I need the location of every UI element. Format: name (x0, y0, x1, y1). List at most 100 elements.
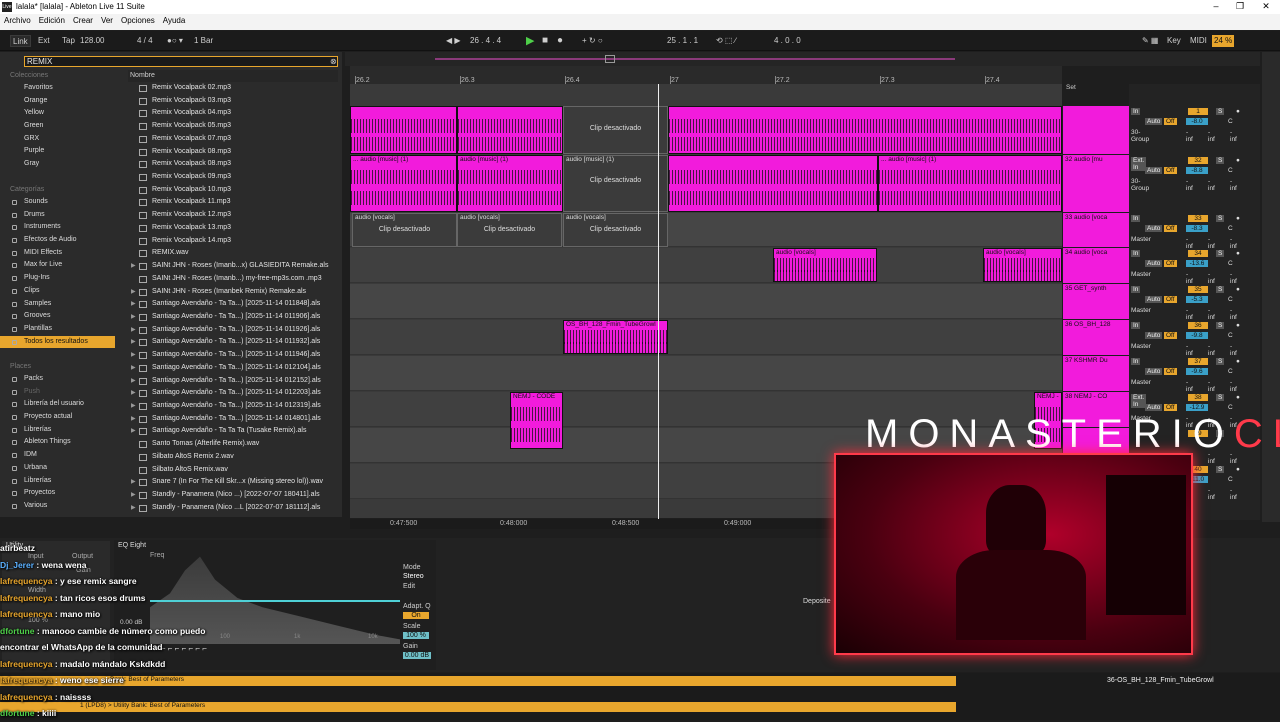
audio-clip[interactable] (668, 155, 878, 212)
monitor-auto-button[interactable]: Auto (1145, 167, 1163, 174)
send-value[interactable]: -inf (1186, 271, 1193, 285)
place-item[interactable]: Proyectos (0, 487, 115, 500)
midi-map-button[interactable]: MIDI (1188, 35, 1209, 47)
category-item[interactable]: Sounds (0, 196, 115, 209)
pan-value[interactable]: C (1228, 118, 1233, 125)
browser-file-item[interactable]: ▶ Santiago Avendaño - Ta Ta...) [2025-11-… (130, 324, 335, 337)
collection-item[interactable]: Orange (0, 95, 115, 108)
overdub-icon[interactable]: + ↻ ○ (580, 35, 605, 47)
expand-arrow-icon[interactable]: ▶ (131, 324, 136, 337)
browser-file-item[interactable]: Remix Vocalpack 07.mp3 (130, 133, 335, 146)
send-value[interactable]: -inf (1230, 487, 1237, 501)
send-value[interactable]: -inf (1230, 236, 1237, 250)
expand-arrow-icon[interactable]: ▶ (131, 311, 136, 324)
volume-value[interactable]: -12.9 (1186, 404, 1208, 411)
browser-file-item[interactable]: Remix Vocalpack 10.mp3 (130, 184, 335, 197)
monitor-auto-button[interactable]: Auto (1145, 260, 1163, 267)
category-item[interactable]: Drums (0, 209, 115, 222)
menu-opciones[interactable]: Opciones (117, 14, 159, 27)
key-map-button[interactable]: Key (1165, 35, 1183, 47)
send-value[interactable]: -inf (1208, 343, 1215, 357)
arm-icon[interactable]: ● (1236, 394, 1240, 401)
browser-file-item[interactable]: Remix Vocalpack 03.mp3 (130, 95, 335, 108)
input-type-select[interactable]: In (1131, 108, 1141, 115)
arm-icon[interactable]: ● (1236, 157, 1240, 164)
track-number[interactable]: 35 (1188, 286, 1208, 293)
browser-file-item[interactable]: ▶ SAINt JHN - Roses (Imanb...x) GLASIEDIT… (130, 260, 335, 273)
browser-file-item[interactable]: ▶ Santiago Avendaño - Ta Ta...) [2025-11-… (130, 298, 335, 311)
disabled-clip[interactable]: audio [vocals] Clip desactivado (352, 213, 457, 247)
maximize-button[interactable]: ❐ (1230, 1, 1250, 12)
pan-value[interactable]: C (1228, 332, 1233, 339)
track-number[interactable]: 33 (1188, 215, 1208, 222)
disabled-clip[interactable]: audio [music] (1) Clip desactivado (563, 155, 668, 212)
collection-item[interactable]: Gray (0, 158, 115, 171)
volume-value[interactable]: -8.8 (1186, 167, 1208, 174)
monitor-off-button[interactable]: Off (1164, 167, 1177, 174)
output-routing-select[interactable]: Master (1131, 271, 1151, 278)
category-item[interactable]: MIDI Effects (0, 247, 115, 260)
expand-arrow-icon[interactable]: ▶ (131, 298, 136, 311)
audio-clip[interactable]: ... audio [music] (1) (878, 155, 1062, 212)
category-item[interactable]: Instruments (0, 221, 115, 234)
menu-ver[interactable]: Ver (97, 14, 117, 27)
solo-button[interactable]: S (1216, 466, 1225, 473)
place-item[interactable]: Librerías (0, 424, 115, 437)
track-number[interactable]: 34 (1188, 250, 1208, 257)
expand-arrow-icon[interactable]: ▶ (131, 362, 136, 375)
arm-icon[interactable]: ● (1236, 358, 1240, 365)
volume-value[interactable]: -9.8 (1186, 332, 1208, 339)
collection-item[interactable]: Purple (0, 145, 115, 158)
audio-clip[interactable]: NEMJ - CODE (510, 392, 563, 449)
track-lane[interactable] (350, 320, 1062, 355)
send-value[interactable]: -inf (1208, 307, 1215, 321)
scale-value[interactable]: 100 % (403, 632, 429, 639)
send-value[interactable]: -inf (1186, 343, 1193, 357)
track-number[interactable]: 32 (1188, 157, 1208, 164)
browser-file-item[interactable]: Remix Vocalpack 02.mp3 (130, 82, 335, 95)
track-lane[interactable] (350, 284, 1062, 319)
expand-arrow-icon[interactable]: ▶ (131, 413, 136, 426)
category-item[interactable]: Plantillas (0, 323, 115, 336)
place-item[interactable]: Librerías (0, 475, 115, 488)
solo-button[interactable]: S (1216, 322, 1225, 329)
monitor-off-button[interactable]: Off (1164, 296, 1177, 303)
send-value[interactable]: -inf (1186, 379, 1193, 393)
monitor-off-button[interactable]: Off (1164, 404, 1177, 411)
input-type-select[interactable]: Ext. In (1131, 157, 1147, 171)
pan-value[interactable]: C (1228, 296, 1233, 303)
audio-clip[interactable]: audio [vocals] (983, 248, 1062, 282)
send-value[interactable]: -inf (1186, 129, 1193, 143)
disabled-clip[interactable]: Clip desactivado (563, 106, 668, 154)
monitor-off-button[interactable]: Off (1164, 260, 1177, 267)
send-value[interactable]: -inf (1208, 487, 1215, 501)
expand-arrow-icon[interactable]: ▶ (131, 260, 136, 273)
category-item[interactable]: Plug-Ins (0, 272, 115, 285)
collection-item[interactable]: Favoritos (0, 82, 115, 95)
category-item[interactable]: Efectos de Audio (0, 234, 115, 247)
play-icon[interactable]: ▶ (524, 35, 536, 47)
pan-value[interactable]: C (1228, 476, 1233, 483)
expand-arrow-icon[interactable]: ▶ (131, 349, 136, 362)
audio-clip[interactable]: OS_BH_128_Fmin_TubeGrowl (563, 320, 668, 354)
monitor-off-button[interactable]: Off (1164, 225, 1177, 232)
pan-value[interactable]: C (1228, 260, 1233, 267)
browser-file-item[interactable]: ▶ SAINt JHN - Roses (Imanbek Remix) Remak… (130, 286, 335, 299)
punch-icon[interactable]: ⟲ ⬚ ∕ (714, 35, 738, 47)
monitor-off-button[interactable]: Off (1164, 368, 1177, 375)
quantize-menu[interactable]: 1 Bar (192, 35, 215, 47)
send-value[interactable]: -inf (1230, 129, 1237, 143)
send-value[interactable]: -inf (1208, 178, 1215, 192)
song-position[interactable]: 26 . 4 . 4 (468, 35, 503, 47)
place-item[interactable]: IDM (0, 449, 115, 462)
track-header[interactable]: 36 OS_BH_128 (1063, 320, 1129, 355)
solo-button[interactable]: S (1216, 394, 1225, 401)
monitor-auto-button[interactable]: Auto (1145, 332, 1163, 339)
track-header[interactable]: 33 audio [voca (1063, 213, 1129, 247)
category-item[interactable]: Grooves (0, 310, 115, 323)
browser-file-item[interactable]: Remix Vocalpack 04.mp3 (130, 107, 335, 120)
browser-file-item[interactable]: ▶ Santiago Avendaño - Ta Ta Ta (Tusake Re… (130, 425, 335, 438)
send-value[interactable]: -inf (1230, 178, 1237, 192)
audio-clip[interactable]: audio [vocals] (773, 248, 877, 282)
output-routing-select[interactable]: Master (1131, 379, 1151, 386)
